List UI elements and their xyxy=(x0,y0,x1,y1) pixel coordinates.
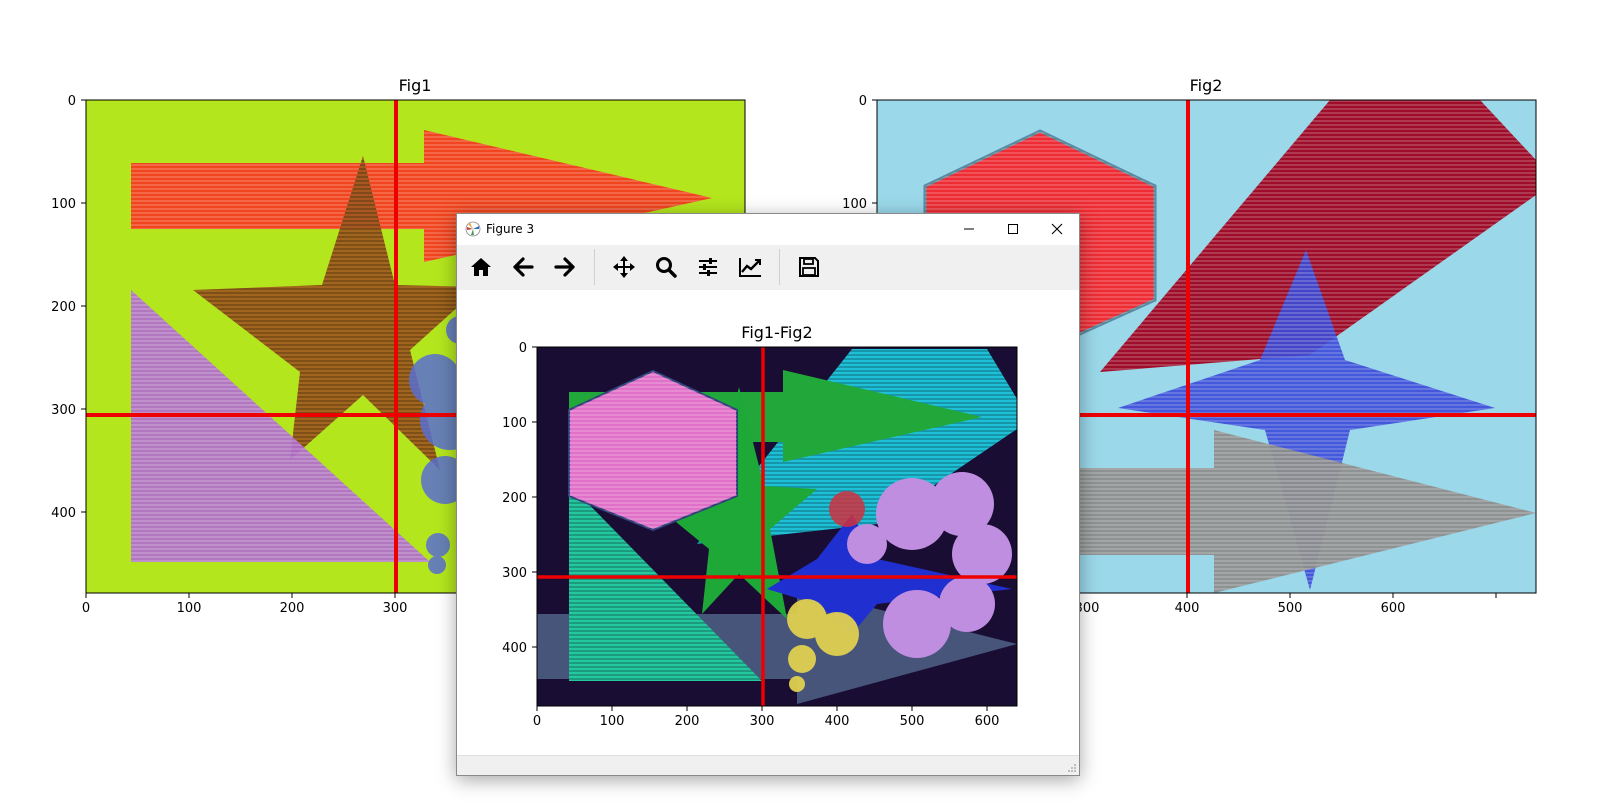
fig3-cloud-red-shape xyxy=(829,491,865,527)
fig3-xtick-label: 0 xyxy=(533,714,541,729)
fig2-xtick-label: 600 xyxy=(1381,601,1406,616)
fig3-ytick-label: 400 xyxy=(502,641,527,656)
fig1-xticks: 0 100 200 300 400 xyxy=(82,593,510,616)
fig2-xticks: 300 400 500 600 xyxy=(1075,593,1497,616)
fig2-title: Fig2 xyxy=(1190,76,1223,95)
fig3-xtick-label: 100 xyxy=(600,714,625,729)
fig1-ytick-label: 100 xyxy=(51,197,76,212)
fig3-ytick-label: 300 xyxy=(502,566,527,581)
status-bar xyxy=(457,755,1079,775)
fig3-ytick-label: 100 xyxy=(502,416,527,431)
fig3-xtick-label: 500 xyxy=(900,714,925,729)
fig3-ytick-label: 0 xyxy=(519,341,527,356)
fig3-xticks: 0 100 200 300 400 500 600 xyxy=(533,706,1000,729)
fig1-xtick-label: 100 xyxy=(177,601,202,616)
fig3-ytick-label: 200 xyxy=(502,491,527,506)
fig1-ytick-label: 200 xyxy=(51,300,76,315)
fig2-ytick-label: 100 xyxy=(842,197,867,212)
fig2-yticks: 0 100 xyxy=(842,94,877,212)
fig3-canvas[interactable]: Fig1-Fig2 0 100 200 300 400 0 100 200 30… xyxy=(457,214,1079,754)
fig3-yticks: 0 100 200 300 400 xyxy=(502,341,537,656)
fig2-xtick-label: 400 xyxy=(1175,601,1200,616)
fig1-ytick-label: 300 xyxy=(51,403,76,418)
fig1-ytick-label: 0 xyxy=(68,94,76,109)
fig1-xtick-label: 300 xyxy=(383,601,408,616)
fig3-xtick-label: 300 xyxy=(750,714,775,729)
fig3-xtick-label: 600 xyxy=(975,714,1000,729)
fig1-ytick-label: 400 xyxy=(51,506,76,521)
fig1-xtick-label: 0 xyxy=(82,601,90,616)
fig1-title: Fig1 xyxy=(399,76,432,95)
fig3-xtick-label: 400 xyxy=(825,714,850,729)
fig2-ytick-label: 0 xyxy=(859,94,867,109)
fig1-xtick-label: 200 xyxy=(280,601,305,616)
fig3-title: Fig1-Fig2 xyxy=(741,323,812,342)
fig1-yticks: 0 100 200 300 400 xyxy=(51,94,86,521)
figure-3-window[interactable]: Figure 3 Fig1-Fig2 0 100 200 300 400 0 1… xyxy=(456,213,1080,776)
fig3-xtick-label: 200 xyxy=(675,714,700,729)
resize-grip-icon[interactable] xyxy=(1067,763,1077,773)
fig2-xtick-label: 500 xyxy=(1278,601,1303,616)
